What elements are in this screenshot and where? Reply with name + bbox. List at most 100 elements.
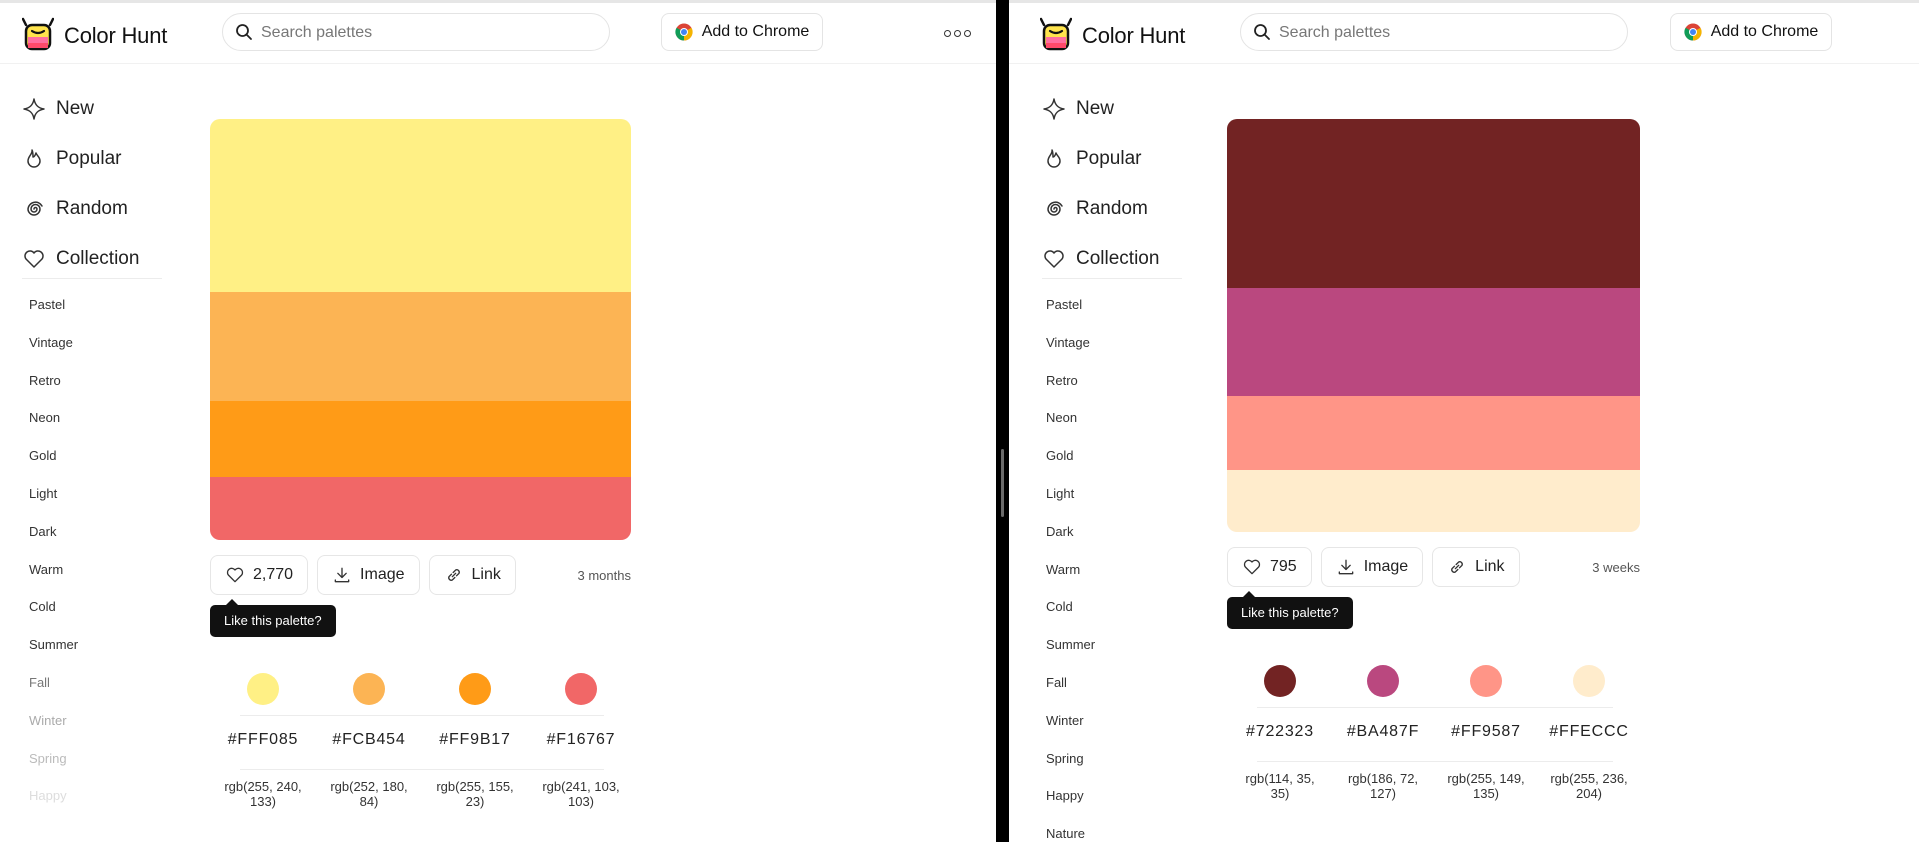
swatch-dot[interactable] (459, 673, 491, 705)
swatch-dot[interactable] (353, 673, 385, 705)
tag-dark[interactable]: Dark (1046, 517, 1095, 555)
image-button[interactable]: Image (317, 555, 420, 595)
search-input[interactable] (1277, 14, 1611, 52)
swatch-dot[interactable] (1264, 665, 1296, 697)
swatch-rgb[interactable]: rgb(186, 72, 127) (1330, 771, 1436, 801)
nav-divider (22, 278, 162, 279)
like-button[interactable]: 795 (1227, 547, 1312, 587)
swatch-dot[interactable] (1573, 665, 1605, 697)
tag-light[interactable]: Light (1046, 479, 1095, 517)
swatch-rgb[interactable]: rgb(241, 103, 103) (528, 779, 634, 809)
tag-dark[interactable]: Dark (29, 517, 78, 555)
brand-name[interactable]: Color Hunt (1082, 23, 1185, 49)
tag-summer[interactable]: Summer (29, 630, 78, 668)
nav-random[interactable]: Random (1042, 184, 1159, 234)
resize-handle[interactable] (1001, 449, 1004, 517)
swatch-rgb[interactable]: rgb(255, 236, 204) (1536, 771, 1642, 801)
palette-color-band[interactable] (1227, 395, 1640, 471)
tag-summer[interactable]: Summer (1046, 630, 1095, 668)
more-options-icon[interactable] (944, 30, 971, 37)
swatch-hex[interactable]: #FCB454 (316, 731, 422, 749)
swatch-1[interactable]: #722323 rgb(114, 35, 35) (1227, 665, 1333, 801)
swatch-dot[interactable] (247, 673, 279, 705)
nav-new[interactable]: New (1042, 84, 1159, 134)
swatch-hex[interactable]: #BA487F (1330, 723, 1436, 741)
tag-neon[interactable]: Neon (1046, 403, 1095, 441)
tag-warm[interactable]: Warm (29, 555, 78, 593)
nav-random[interactable]: Random (22, 184, 139, 234)
tag-pastel[interactable]: Pastel (29, 290, 78, 328)
tag-fall[interactable]: Fall (29, 668, 78, 706)
nav-popular-label: Popular (1076, 148, 1142, 169)
swatch-rgb[interactable]: rgb(255, 240, 133) (210, 779, 316, 809)
swatch-rgb[interactable]: rgb(255, 155, 23) (422, 779, 528, 809)
palette-color-band[interactable] (1227, 288, 1640, 396)
swatch-rgb[interactable]: rgb(252, 180, 84) (316, 779, 422, 809)
tag-spring[interactable]: Spring (1046, 744, 1095, 782)
palette-color-band[interactable] (210, 291, 631, 402)
swatch-rgb[interactable]: rgb(114, 35, 35) (1227, 771, 1333, 801)
nav-collection[interactable]: Collection (1042, 234, 1159, 284)
tag-winter[interactable]: Winter (29, 706, 78, 744)
palette-color-band[interactable] (1227, 119, 1640, 289)
swatch-4[interactable]: #F16767 rgb(241, 103, 103) (528, 673, 634, 809)
tag-pastel[interactable]: Pastel (1046, 290, 1095, 328)
swatch-hex[interactable]: #FF9B17 (422, 731, 528, 749)
palette-color-band[interactable] (1227, 470, 1640, 532)
palette-color-band[interactable] (210, 476, 631, 540)
nav-new[interactable]: New (22, 84, 139, 134)
palette-color-band[interactable] (210, 401, 631, 477)
swatch-3[interactable]: #FF9B17 rgb(255, 155, 23) (422, 673, 528, 809)
link-button[interactable]: Link (1432, 547, 1520, 587)
tag-gold[interactable]: Gold (29, 441, 78, 479)
add-to-chrome-button[interactable]: Add to Chrome (1670, 13, 1832, 51)
swatch-rgb[interactable]: rgb(255, 149, 135) (1433, 771, 1539, 801)
color-hunt-logo[interactable] (1040, 17, 1072, 53)
add-to-chrome-button[interactable]: Add to Chrome (661, 13, 823, 51)
swatch-2[interactable]: #BA487F rgb(186, 72, 127) (1330, 665, 1436, 801)
tag-warm[interactable]: Warm (1046, 555, 1095, 593)
swatch-2[interactable]: #FCB454 rgb(252, 180, 84) (316, 673, 422, 809)
tag-vintage[interactable]: Vintage (1046, 328, 1095, 366)
link-button[interactable]: Link (428, 555, 516, 595)
swatch-1[interactable]: #FFF085 rgb(255, 240, 133) (210, 673, 316, 809)
swatch-hex[interactable]: #FFF085 (210, 731, 316, 749)
swatch-dot[interactable] (565, 673, 597, 705)
nav-popular[interactable]: Popular (22, 134, 139, 184)
tag-cold[interactable]: Cold (1046, 592, 1095, 630)
swatch-hex[interactable]: #FFECCC (1536, 723, 1642, 741)
tag-nature[interactable]: Nature (1046, 819, 1095, 842)
like-button[interactable]: 2,770 (210, 555, 309, 595)
tag-happy[interactable]: Happy (29, 781, 78, 819)
tag-gold[interactable]: Gold (1046, 441, 1095, 479)
tag-happy[interactable]: Happy (1046, 781, 1095, 819)
tag-neon[interactable]: Neon (29, 403, 78, 441)
tag-spring[interactable]: Spring (29, 744, 78, 782)
split-divider[interactable] (996, 0, 1009, 842)
tag-retro[interactable]: Retro (1046, 366, 1095, 404)
color-hunt-logo[interactable] (22, 17, 54, 53)
tag-vintage[interactable]: Vintage (29, 328, 78, 366)
nav-collection[interactable]: Collection (22, 234, 139, 284)
swatch-hex[interactable]: #FF9587 (1433, 723, 1539, 741)
swatch-3[interactable]: #FF9587 rgb(255, 149, 135) (1433, 665, 1539, 801)
palette-card[interactable] (1227, 119, 1640, 532)
swatch-dot[interactable] (1367, 665, 1399, 697)
tag-fall[interactable]: Fall (1046, 668, 1095, 706)
tag-retro[interactable]: Retro (29, 366, 78, 404)
search-input[interactable] (259, 14, 593, 52)
tag-winter[interactable]: Winter (1046, 706, 1095, 744)
brand-name[interactable]: Color Hunt (64, 23, 167, 49)
nav-popular[interactable]: Popular (1042, 134, 1159, 184)
swatch-hex[interactable]: #F16767 (528, 731, 634, 749)
swatch-dot[interactable] (1470, 665, 1502, 697)
swatch-4[interactable]: #FFECCC rgb(255, 236, 204) (1536, 665, 1642, 801)
palette-color-band[interactable] (210, 119, 631, 292)
image-button[interactable]: Image (1320, 547, 1424, 587)
tag-cold[interactable]: Cold (29, 592, 78, 630)
swatch-hex[interactable]: #722323 (1227, 723, 1333, 741)
palette-card[interactable] (210, 119, 631, 540)
search-box[interactable] (222, 13, 610, 52)
search-box[interactable] (1240, 13, 1628, 52)
tag-light[interactable]: Light (29, 479, 78, 517)
